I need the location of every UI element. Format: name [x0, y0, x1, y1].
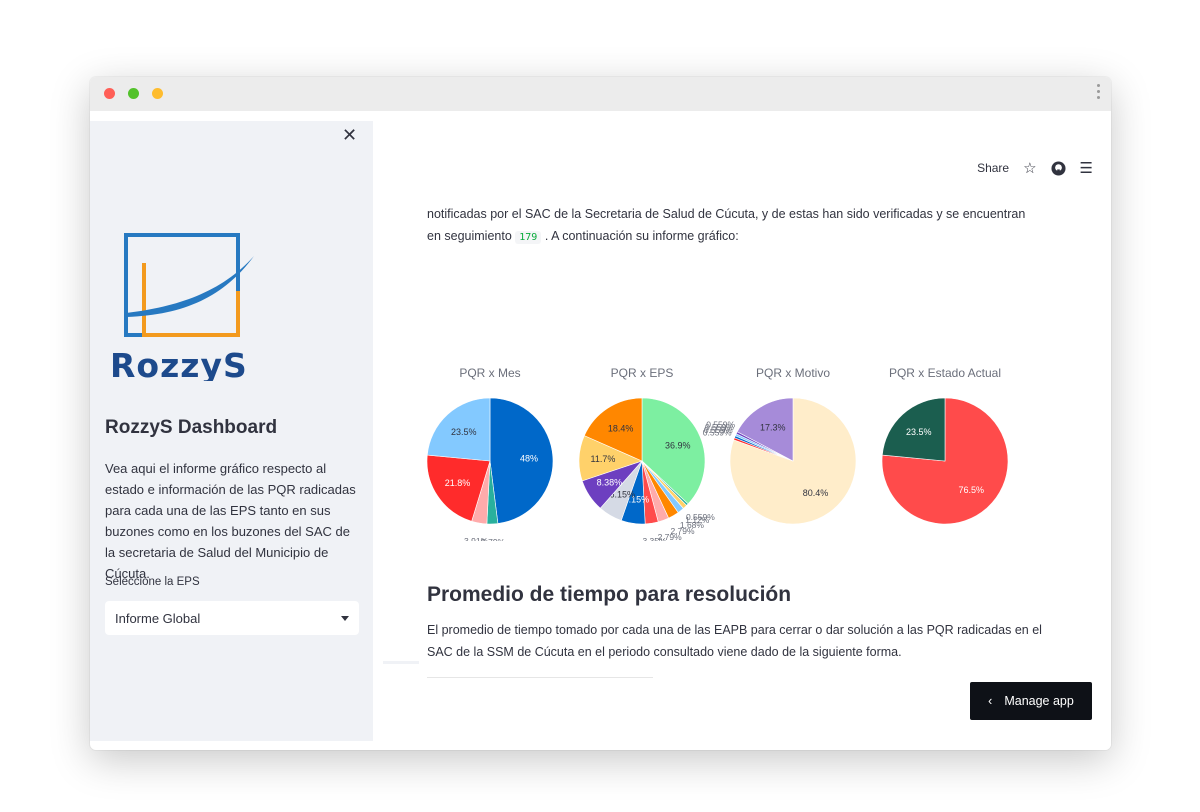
pie-slice-label: 76.5% — [959, 485, 985, 495]
eps-select[interactable]: Informe Global — [105, 601, 359, 635]
pie-slice-label: 48% — [520, 454, 538, 464]
share-button[interactable]: Share — [977, 161, 1009, 175]
pie-slice-label: 23.5% — [906, 427, 932, 437]
followup-count-code: 179 — [515, 231, 542, 244]
pie-chart-title: PQR x EPS — [611, 366, 674, 380]
pie-slice-label: 0.559% — [706, 420, 735, 430]
sidebar-description: Vea aqui el informe gráfico respecto al … — [105, 461, 356, 581]
pie-slice-label: 3.91% — [464, 536, 489, 541]
main-content: Share ☆ ☰ notificadas por el SAC de la S… — [373, 111, 1111, 750]
intro-line-2-pre: en seguimiento — [427, 229, 512, 243]
pie-slice-label: 21.8% — [445, 478, 471, 488]
title-bar — [90, 77, 1111, 111]
eps-select-value: Informe Global — [115, 610, 201, 626]
divider — [427, 677, 653, 678]
chevron-left-icon: ‹ — [988, 694, 993, 708]
pie-chart-title: PQR x Motivo — [756, 366, 830, 380]
pie-charts-row: PQR x Mes48%2.79%3.91%21.8%23.5%PQR x EP… — [426, 366, 1009, 541]
pie-chart-title: PQR x Mes — [459, 366, 520, 380]
rozzys-logo: RozzyS — [110, 233, 254, 381]
pie-chart-title: PQR x Estado Actual — [889, 366, 1001, 380]
star-icon[interactable]: ☆ — [1023, 159, 1036, 177]
pie-slice-label: 17.3% — [760, 423, 786, 433]
sidebar: ✕ RozzyS RozzyS Dashboard Vea aqui el in… — [90, 121, 373, 741]
close-sidebar-icon[interactable]: ✕ — [342, 125, 357, 146]
eps-select-label: Seleccione la EPS — [105, 576, 200, 588]
pie-slice-label: 3.35% — [642, 536, 667, 541]
section-text: El promedio de tiempo tomado por cada un… — [427, 623, 1042, 659]
svg-text:RozzyS: RozzyS — [110, 346, 248, 381]
intro-text: notificadas por el SAC de la Secretaria … — [427, 203, 1027, 249]
manage-app-button[interactable]: ‹ Manage app — [970, 682, 1092, 720]
manage-app-label: Manage app — [1004, 694, 1074, 708]
intro-line-1: notificadas por el SAC de la Secretaria … — [427, 207, 1026, 221]
pie-slice-label: 8.38% — [597, 478, 623, 488]
pie-slice-label: 23.5% — [451, 427, 477, 437]
maximize-window-dot[interactable] — [152, 88, 163, 99]
browser-window: ✕ RozzyS RozzyS Dashboard Vea aqui el in… — [90, 77, 1111, 750]
minimize-window-dot[interactable] — [128, 88, 139, 99]
hamburger-menu-icon[interactable]: ☰ — [1080, 159, 1093, 177]
window-menu-icon[interactable] — [1097, 84, 1101, 102]
pie-slice-label: 36.9% — [665, 440, 691, 450]
chevron-down-icon — [341, 615, 349, 621]
pie-slice-label: 18.4% — [608, 423, 634, 433]
section-heading: Promedio de tiempo para resolución — [427, 583, 792, 606]
close-window-dot[interactable] — [104, 88, 115, 99]
sidebar-title: RozzyS Dashboard — [105, 417, 278, 438]
app-toolbar: Share ☆ ☰ — [977, 159, 1093, 177]
divider — [383, 661, 419, 664]
pie-slice-label: 80.4% — [803, 488, 829, 498]
pie-slice-label: 11.7% — [591, 454, 616, 464]
github-icon[interactable] — [1051, 160, 1066, 176]
intro-line-2-post: . A continuación su informe gráfico: — [544, 229, 739, 243]
